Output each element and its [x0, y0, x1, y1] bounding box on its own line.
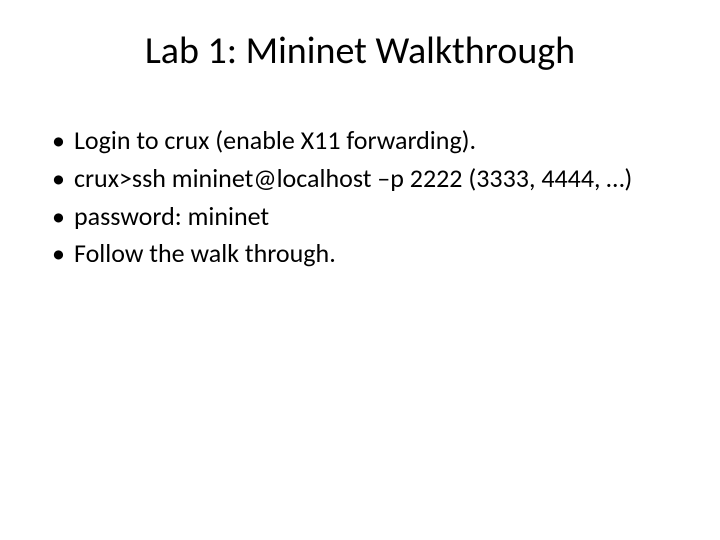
bullet-item: password: mininet: [50, 200, 680, 234]
bullet-item: Login to crux (enable X11 forwarding).: [50, 124, 680, 158]
bullet-item: crux>ssh mininet@localhost –p 2222 (3333…: [50, 162, 680, 196]
slide-container: Lab 1: Mininet Walkthrough Login to crux…: [0, 0, 720, 540]
bullet-list: Login to crux (enable X11 forwarding). c…: [40, 124, 680, 271]
slide-title: Lab 1: Mininet Walkthrough: [40, 28, 680, 74]
bullet-item: Follow the walk through.: [50, 237, 680, 271]
